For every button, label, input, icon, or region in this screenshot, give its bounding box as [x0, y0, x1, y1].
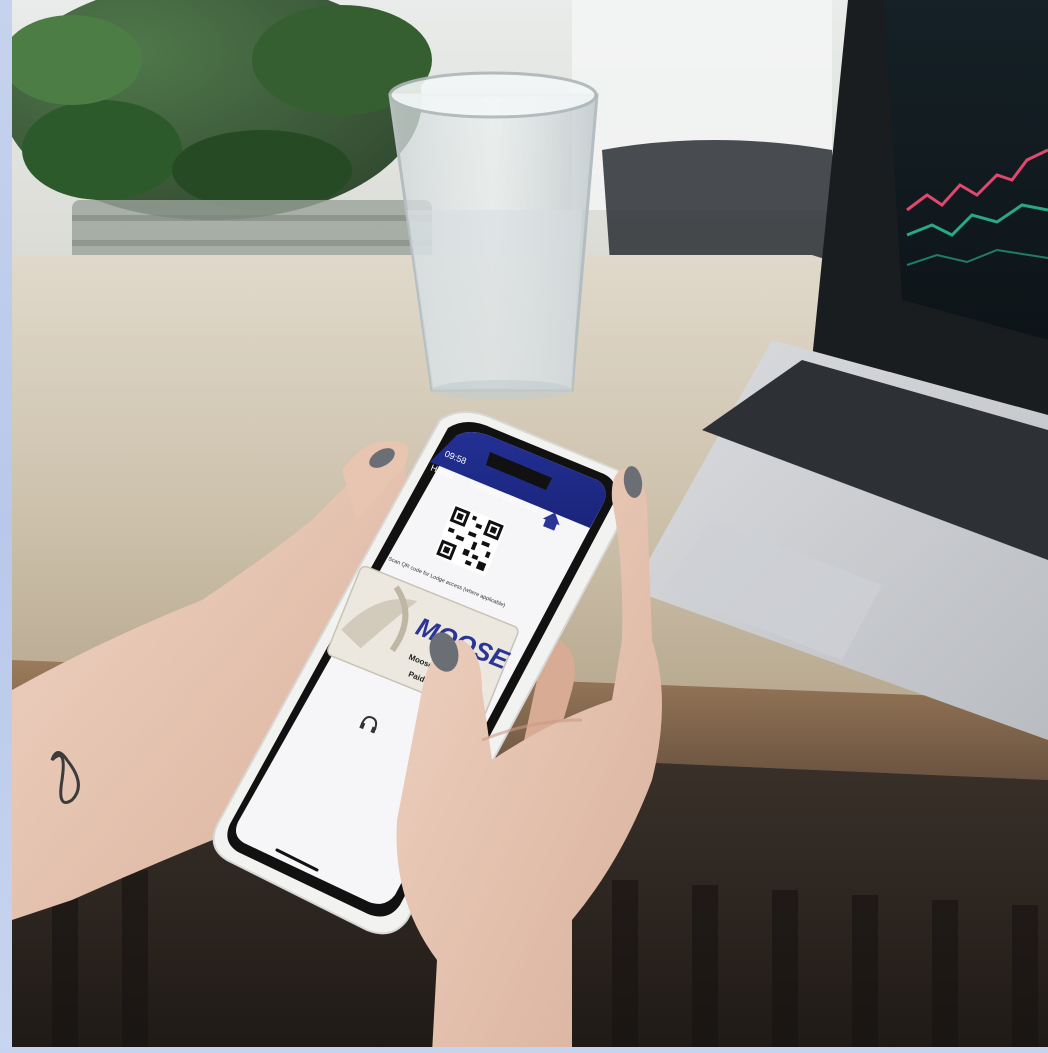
photo-scene: 09:58 Home ‹ Membership Card Scan QR cod… — [12, 0, 1048, 1053]
bottom-frame-border — [0, 1047, 1048, 1053]
plant — [12, 0, 432, 270]
photo: 09:58 Home ‹ Membership Card Scan QR cod… — [12, 0, 1048, 1053]
left-frame-border — [0, 0, 12, 1053]
